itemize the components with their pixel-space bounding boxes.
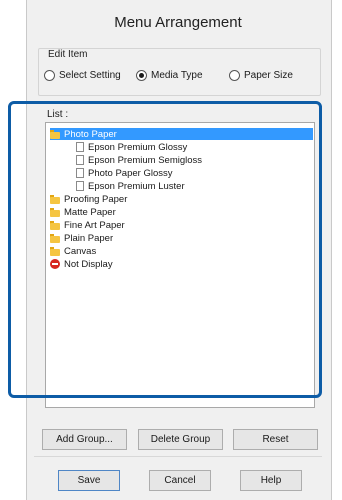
radio-paper-size[interactable]: Paper Size (229, 70, 293, 81)
folder-icon (50, 194, 60, 204)
tree-item-photo-paper-glossy[interactable]: Photo Paper Glossy (76, 167, 173, 179)
tree-item-label: Proofing Paper (64, 193, 128, 205)
no-entry-icon (50, 259, 60, 269)
tree-item-epson-premium-semigloss[interactable]: Epson Premium Semigloss (76, 154, 202, 166)
document-icon (76, 181, 84, 191)
edit-item-label: Edit Item (48, 49, 88, 60)
tree-item-label: Not Display (64, 258, 113, 270)
delete-group-button[interactable]: Delete Group (138, 429, 223, 450)
radio-media-type-label: Media Type (151, 70, 203, 81)
tree-item-label: Epson Premium Glossy (88, 141, 188, 153)
reset-button[interactable]: Reset (233, 429, 318, 450)
tree-item-label: Fine Art Paper (64, 219, 125, 231)
radio-button-icon[interactable] (44, 70, 55, 81)
document-icon (76, 168, 84, 178)
tree-item-not-display[interactable]: Not Display (50, 258, 113, 270)
radio-select-setting-label: Select Setting (59, 70, 121, 81)
tree-item-epson-premium-glossy[interactable]: Epson Premium Glossy (76, 141, 187, 153)
add-group-button[interactable]: Add Group... (42, 429, 127, 450)
radio-select-setting[interactable]: Select Setting (44, 70, 121, 81)
folder-icon (50, 233, 60, 243)
list-label: List : (47, 109, 69, 120)
tree-item-epson-premium-luster[interactable]: Epson Premium Luster (76, 180, 185, 192)
document-icon (76, 142, 84, 152)
tree-item-matte-paper[interactable]: Matte Paper (50, 206, 116, 218)
save-button[interactable]: Save (58, 470, 120, 491)
tree-item-label: Photo Paper (64, 128, 117, 140)
folder-icon (50, 246, 60, 256)
cancel-button[interactable]: Cancel (149, 470, 211, 491)
radio-paper-size-label: Paper Size (244, 70, 293, 81)
tree-item-plain-paper[interactable]: Plain Paper (50, 232, 113, 244)
media-type-tree[interactable]: Photo Paper Epson Premium Glossy Epson P… (45, 122, 315, 408)
separator (34, 456, 322, 457)
folder-icon (50, 129, 60, 139)
folder-icon (50, 207, 60, 217)
radio-media-type[interactable]: Media Type (136, 70, 203, 81)
radio-button-checked-icon[interactable] (136, 70, 147, 81)
tree-item-photo-paper[interactable]: Photo Paper (50, 128, 313, 140)
folder-icon (50, 220, 60, 230)
tree-item-label: Canvas (64, 245, 97, 257)
radio-button-icon[interactable] (229, 70, 240, 81)
tree-item-canvas[interactable]: Canvas (50, 245, 96, 257)
document-icon (76, 155, 84, 165)
dialog-title: Menu Arrangement (114, 14, 242, 31)
tree-item-proofing-paper[interactable]: Proofing Paper (50, 193, 127, 205)
tree-item-label: Matte Paper (64, 206, 116, 218)
tree-item-label: Photo Paper Glossy (88, 167, 173, 179)
help-button[interactable]: Help (240, 470, 302, 491)
tree-item-fine-art-paper[interactable]: Fine Art Paper (50, 219, 125, 231)
tree-item-label: Plain Paper (64, 232, 114, 244)
tree-item-label: Epson Premium Luster (88, 180, 185, 192)
tree-item-label: Epson Premium Semigloss (88, 154, 203, 166)
